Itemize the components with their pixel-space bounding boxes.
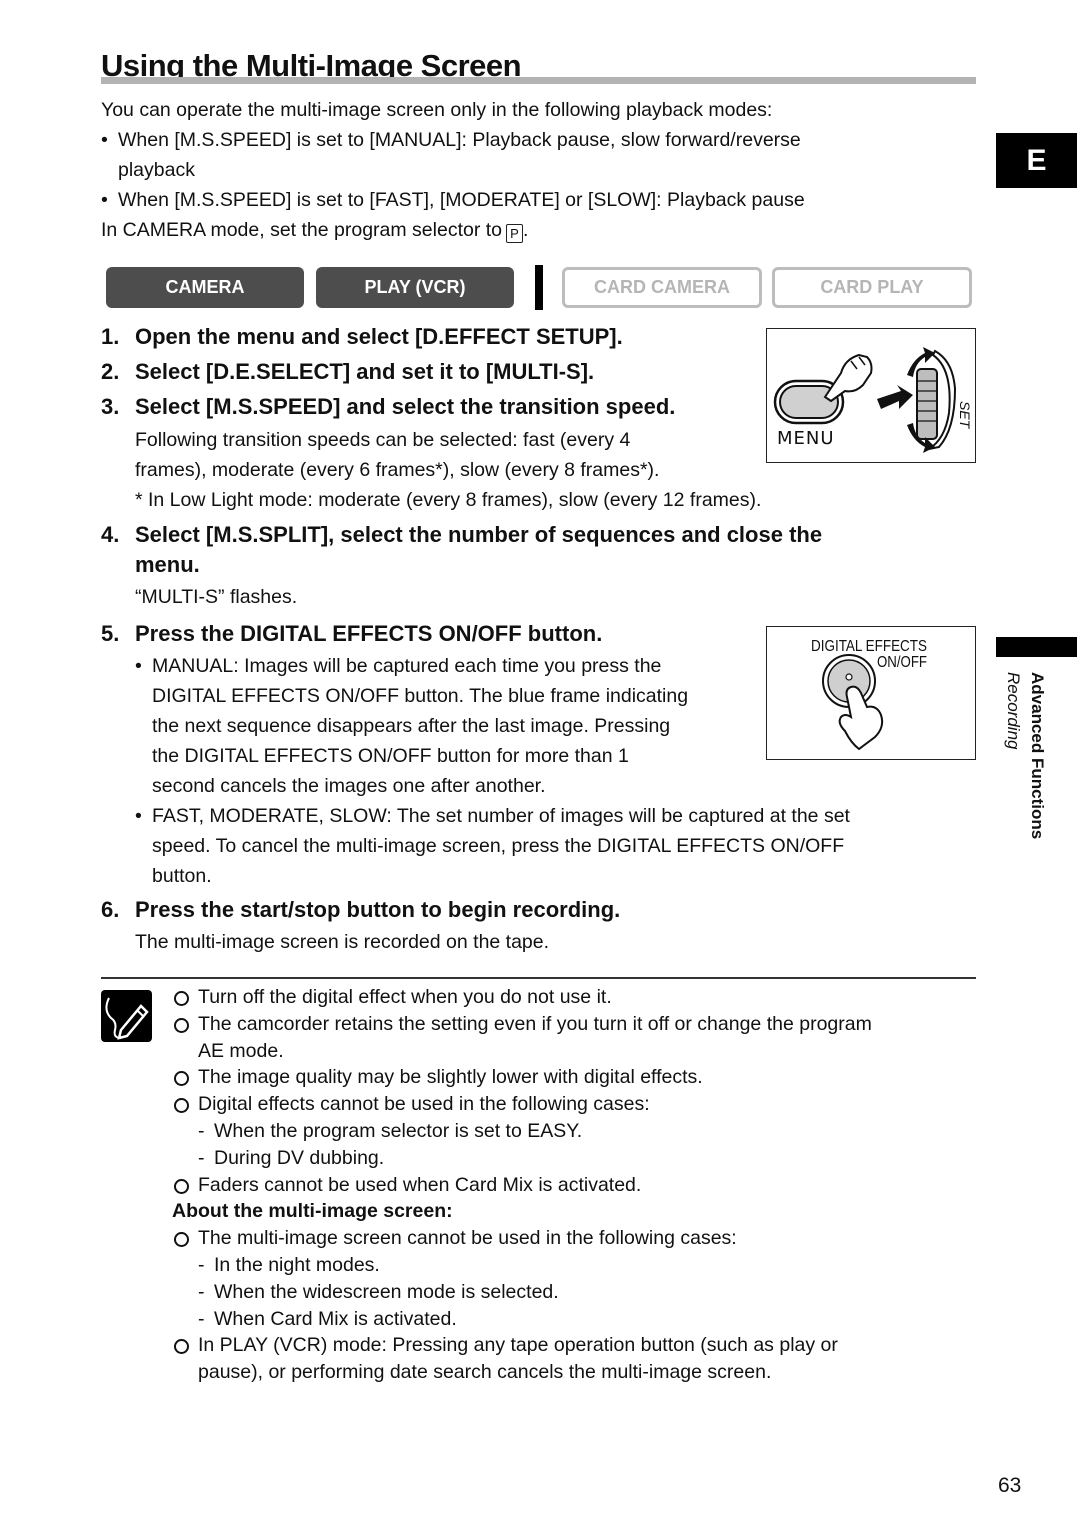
- camera-mode-note: In CAMERA mode, set the program selector…: [101, 219, 529, 243]
- note-subitem: - When the widescreen mode is selected.: [198, 1280, 559, 1303]
- step-4: 4. Select [M.S.SPLIT], select the number …: [101, 522, 823, 577]
- mode-separator: [535, 265, 543, 310]
- step-3: 3. Select [M.S.SPEED] and select the tran…: [101, 394, 676, 419]
- step-3-detail: Following transition speeds can be selec…: [135, 429, 762, 511]
- title-underline: [101, 77, 976, 84]
- menu-dial-illustration: SET MENU: [773, 347, 973, 453]
- step-6: 6. Press the start/stop button to begin r…: [101, 897, 621, 922]
- note-subitem: - When the program selector is set to EAS…: [198, 1119, 583, 1142]
- mode-play-vcr: PLAY (VCR): [316, 267, 514, 308]
- step-6-detail: The multi-image screen is recorded on th…: [135, 931, 550, 953]
- intro-bullet: When [M.S.SPEED] is set to [FAST], [MODE…: [101, 185, 805, 215]
- intro-text: You can operate the multi-image screen o…: [101, 99, 773, 121]
- note-item: In PLAY (VCR) mode: Pressing any tape op…: [172, 1332, 872, 1359]
- digital-effects-label: DIGITAL EFFECTS: [811, 638, 927, 655]
- note-subitem: - When Card Mix is activated.: [198, 1307, 457, 1330]
- step-5-details: MANUAL: Images will be captured each tim…: [135, 651, 850, 891]
- dial-wheel: [916, 368, 938, 440]
- note-item: Faders cannot be used when Card Mix is a…: [172, 1172, 872, 1199]
- intro-section: You can operate the multi-image screen o…: [101, 95, 805, 245]
- notes-list: Turn off the digital effect when you do …: [172, 984, 872, 1386]
- intro-bullet: When [M.S.SPEED] is set to [MANUAL]: Pla…: [101, 125, 805, 185]
- page-number: 63: [998, 1474, 1022, 1497]
- menu-button-figure: SET MENU: [766, 328, 976, 463]
- notes-subheading: About the multi-image screen:: [172, 1200, 453, 1223]
- on-off-label: ON/OFF: [877, 654, 927, 671]
- note-item: The camcorder retains the setting even i…: [172, 1011, 872, 1038]
- step-5-bullet: MANUAL: Images will be captured each tim…: [135, 651, 850, 801]
- note-item: The image quality may be slightly lower …: [172, 1064, 872, 1091]
- digital-effects-illustration: DIGITAL EFFECTS ON/OFF: [811, 638, 927, 751]
- program-p-icon: P: [506, 224, 524, 243]
- hand-pointer-icon: [823, 353, 873, 403]
- section-title: Advanced Functions: [1028, 672, 1047, 840]
- step-5-bullet: FAST, MODERATE, SLOW: The set number of …: [135, 801, 850, 891]
- mode-indicator-bar: CAMERA PLAY (VCR) CARD CAMERA CARD PLAY: [106, 265, 972, 311]
- language-tab: E: [996, 133, 1077, 188]
- step-1: 1. Open the menu and select [D.EFFECT SET…: [101, 324, 623, 349]
- push-arrow-icon: [877, 385, 913, 409]
- mode-card-camera: CARD CAMERA: [562, 267, 762, 308]
- section-label: Advanced Functions Recording: [1003, 672, 1063, 892]
- note-item: The multi-image screen cannot be used in…: [172, 1225, 872, 1252]
- subsection-title: Recording: [1004, 672, 1023, 750]
- note-subitem: - During DV dubbing.: [198, 1146, 385, 1169]
- note-item: Digital effects cannot be used in the fo…: [172, 1091, 872, 1118]
- notes-divider: [101, 977, 976, 979]
- note-subitem: - In the night modes.: [198, 1253, 380, 1276]
- mode-camera: CAMERA: [106, 267, 304, 308]
- step-4-detail: “MULTI-S” flashes.: [135, 586, 298, 608]
- pencil-note-icon: [101, 990, 152, 1042]
- digital-effects-figure: DIGITAL EFFECTS ON/OFF: [766, 626, 976, 760]
- hand-pointer-icon: [838, 685, 884, 751]
- mode-card-play: CARD PLAY: [772, 267, 972, 308]
- set-label: SET: [957, 401, 973, 430]
- menu-label: MENU: [777, 428, 835, 449]
- note-item-continued: pause), or performing date search cancel…: [198, 1361, 772, 1384]
- step-5: 5. Press the DIGITAL EFFECTS ON/OFF butto…: [101, 621, 603, 646]
- note-item: Turn off the digital effect when you do …: [172, 984, 872, 1011]
- step-2: 2. Select [D.E.SELECT] and set it to [MUL…: [101, 359, 595, 384]
- note-item-continued: AE mode.: [198, 1039, 284, 1062]
- section-marker-bar: [996, 637, 1077, 657]
